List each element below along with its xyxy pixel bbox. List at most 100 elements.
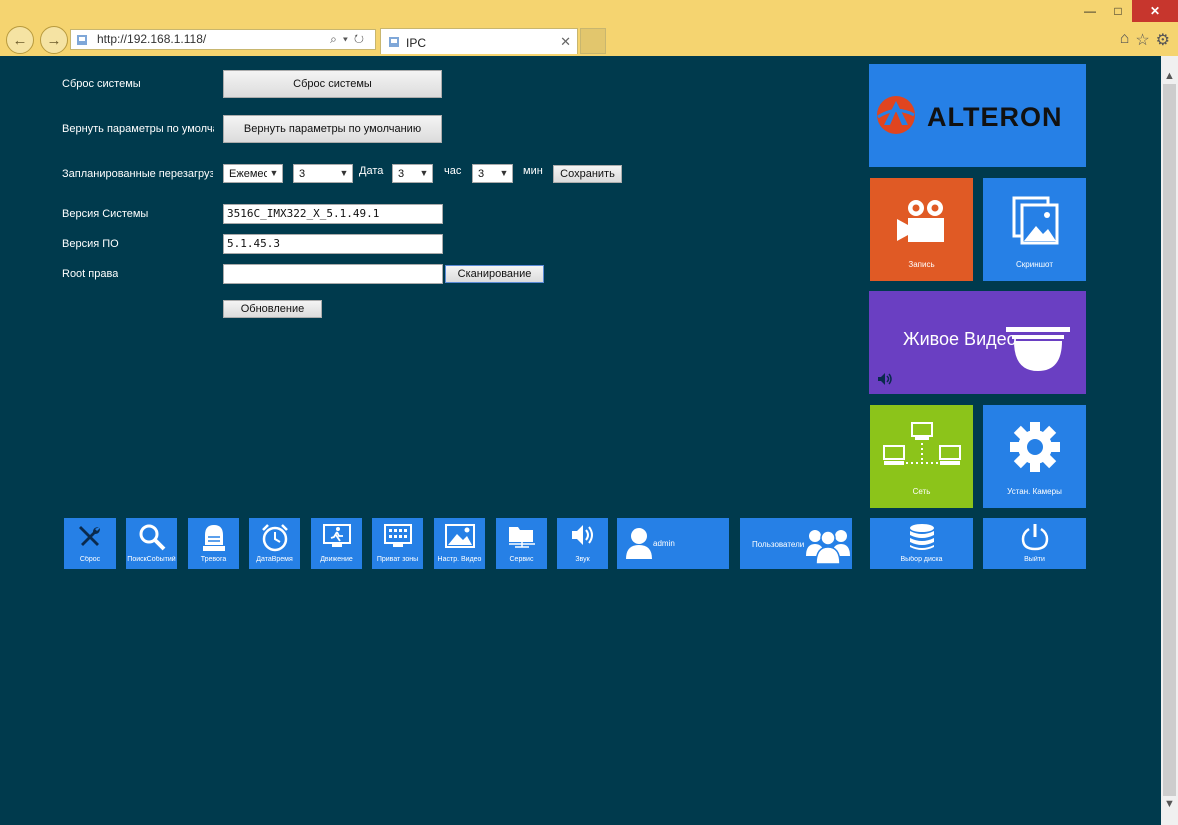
video-settings-button[interactable]: Настр. Видео — [434, 518, 485, 569]
tools-icon — [79, 526, 100, 546]
motion-button[interactable]: Движение — [311, 518, 362, 569]
schedule-day-value: 3 — [299, 168, 306, 180]
schedule-minute-select[interactable]: 3 ▼ — [472, 164, 513, 183]
system-version-label: Версия Системы — [62, 208, 149, 220]
system-version-field[interactable]: 3516C_IMX322_X_5.1.49.1 — [223, 204, 443, 224]
scan-button[interactable]: Сканирование — [445, 265, 544, 283]
screenshot-tile[interactable]: Скриншот — [983, 178, 1086, 281]
tab-page-icon — [389, 37, 399, 47]
schedule-minute-value: 3 — [478, 168, 485, 180]
live-video-tile[interactable]: Живое Видео — [869, 291, 1086, 394]
video-camera-icon — [897, 200, 944, 242]
motion-label: Движение — [320, 556, 353, 563]
motion-detect-icon — [322, 524, 351, 547]
alarm-button[interactable]: Тревога — [188, 518, 239, 569]
date-label: Дата — [359, 165, 384, 177]
folder-network-icon — [508, 527, 535, 548]
privacy-grid-icon — [383, 524, 412, 547]
alteron-logo-icon — [877, 96, 915, 134]
address-actions: ⌕▾↻ — [330, 30, 370, 49]
scroll-down-icon[interactable]: ▼ — [1161, 796, 1178, 813]
favorites-star-icon[interactable]: ☆ — [1135, 30, 1149, 50]
chevron-down-icon: ▼ — [499, 168, 509, 178]
network-tile[interactable]: Сеть — [870, 405, 973, 508]
datetime-label: ДатаВремя — [256, 556, 293, 563]
page-icon — [77, 35, 87, 45]
vertical-scrollbar[interactable]: ▲ ▼ — [1161, 56, 1178, 825]
schedule-frequency-select[interactable]: Ежемесячно▼ — [223, 164, 283, 183]
logout-button[interactable]: Выйти — [983, 518, 1086, 569]
event-search-label: ПоискСобытий — [127, 556, 176, 563]
maximize-button[interactable]: □ — [1104, 0, 1132, 22]
users-label: Пользователи — [752, 540, 805, 549]
schedule-frequency-value: Ежемесячно — [229, 168, 267, 180]
dropdown-icon[interactable]: ▾ — [343, 32, 354, 46]
sound-label: Звук — [575, 556, 590, 563]
schedule-hour-select[interactable]: 3 ▼ — [392, 164, 433, 183]
chevron-down-icon: ▼ — [339, 168, 349, 178]
close-tab-icon[interactable]: ✕ — [560, 34, 571, 50]
disk-select-label: Выбор диска — [900, 556, 943, 563]
save-schedule-button[interactable]: Сохранить — [553, 165, 622, 183]
network-label: Сеть — [912, 487, 931, 496]
scroll-up-icon[interactable]: ▲ — [1161, 68, 1178, 85]
root-rights-field[interactable] — [223, 264, 443, 284]
software-version-label: Версия ПО — [62, 238, 119, 250]
record-tile[interactable]: Запись — [870, 178, 973, 281]
search-icon[interactable]: ⌕ — [330, 32, 343, 46]
schedule-hour-value: 3 — [398, 168, 405, 180]
logout-label: Выйти — [1024, 556, 1045, 563]
defaults-label: Вернуть параметры по умолчанию — [62, 123, 214, 135]
forward-button[interactable]: → — [40, 26, 68, 54]
brand-name: ALTERON — [927, 102, 1063, 132]
restore-defaults-button[interactable]: Вернуть параметры по умолчанию — [223, 115, 442, 143]
close-window-button[interactable]: ✕ — [1132, 0, 1178, 22]
datetime-button[interactable]: ДатаВремя — [249, 518, 300, 569]
service-label: Сервис — [509, 556, 534, 563]
back-arrow-icon: ← — [12, 31, 28, 49]
chevron-down-icon: ▼ — [419, 168, 429, 178]
disk-select-button[interactable]: Выбор диска — [870, 518, 973, 569]
chevron-down-icon: ▼ — [269, 168, 279, 178]
scroll-thumb[interactable] — [1163, 84, 1176, 796]
user-account-button[interactable]: admin — [617, 518, 729, 569]
home-icon[interactable]: ⌂ — [1120, 30, 1130, 50]
new-tab-button[interactable] — [580, 28, 606, 54]
network-icon — [883, 422, 961, 465]
schedule-day-select[interactable]: 3 ▼ — [293, 164, 353, 183]
sound-button[interactable]: Звук — [557, 518, 608, 569]
privacy-zones-button[interactable]: Приват зоны — [372, 518, 423, 569]
minimize-button[interactable]: — — [1076, 0, 1104, 22]
settings-gear-icon[interactable]: ⚙ — [1156, 30, 1170, 50]
dome-camera-icon — [1006, 327, 1070, 371]
back-button[interactable]: ← — [6, 26, 34, 54]
screenshot-label: Скриншот — [1016, 260, 1053, 269]
reset-tool-button[interactable]: Сброс — [64, 518, 116, 569]
alarm-label: Тревога — [200, 556, 227, 563]
camera-settings-label: Устан. Камеры — [1007, 487, 1062, 496]
root-rights-label: Root права — [62, 268, 119, 280]
minute-label: мин — [523, 165, 543, 177]
power-icon — [1021, 524, 1048, 551]
address-bar[interactable]: http://192.168.1.118/ ⌕▾↻ — [70, 29, 376, 50]
record-label: Запись — [908, 260, 935, 269]
reset-tool-label: Сброс — [79, 556, 101, 563]
software-version-field[interactable]: 5.1.45.3 — [223, 234, 443, 254]
reset-system-button[interactable]: Сброс системы — [223, 70, 442, 98]
users-button[interactable]: Пользователи — [740, 518, 852, 569]
url-text: http://192.168.1.118/ — [97, 32, 207, 46]
image-gallery-icon — [1012, 196, 1059, 245]
user-name: admin — [653, 539, 675, 548]
refresh-icon[interactable]: ↻ — [354, 32, 370, 46]
speaker-icon[interactable] — [877, 372, 893, 386]
privacy-zones-label: Приват зоны — [376, 556, 419, 563]
alarm-siren-icon — [202, 525, 225, 551]
live-video-label: Живое Видео — [903, 329, 1017, 349]
event-search-button[interactable]: ПоискСобытий — [126, 518, 177, 569]
service-button[interactable]: Сервис — [496, 518, 547, 569]
update-button[interactable]: Обновление — [223, 300, 322, 318]
tab-title: IPC — [406, 36, 427, 50]
tab-ipc[interactable]: IPC ✕ — [380, 28, 578, 54]
camera-settings-tile[interactable]: Устан. Камеры — [983, 405, 1086, 508]
forward-arrow-icon: → — [46, 31, 62, 49]
